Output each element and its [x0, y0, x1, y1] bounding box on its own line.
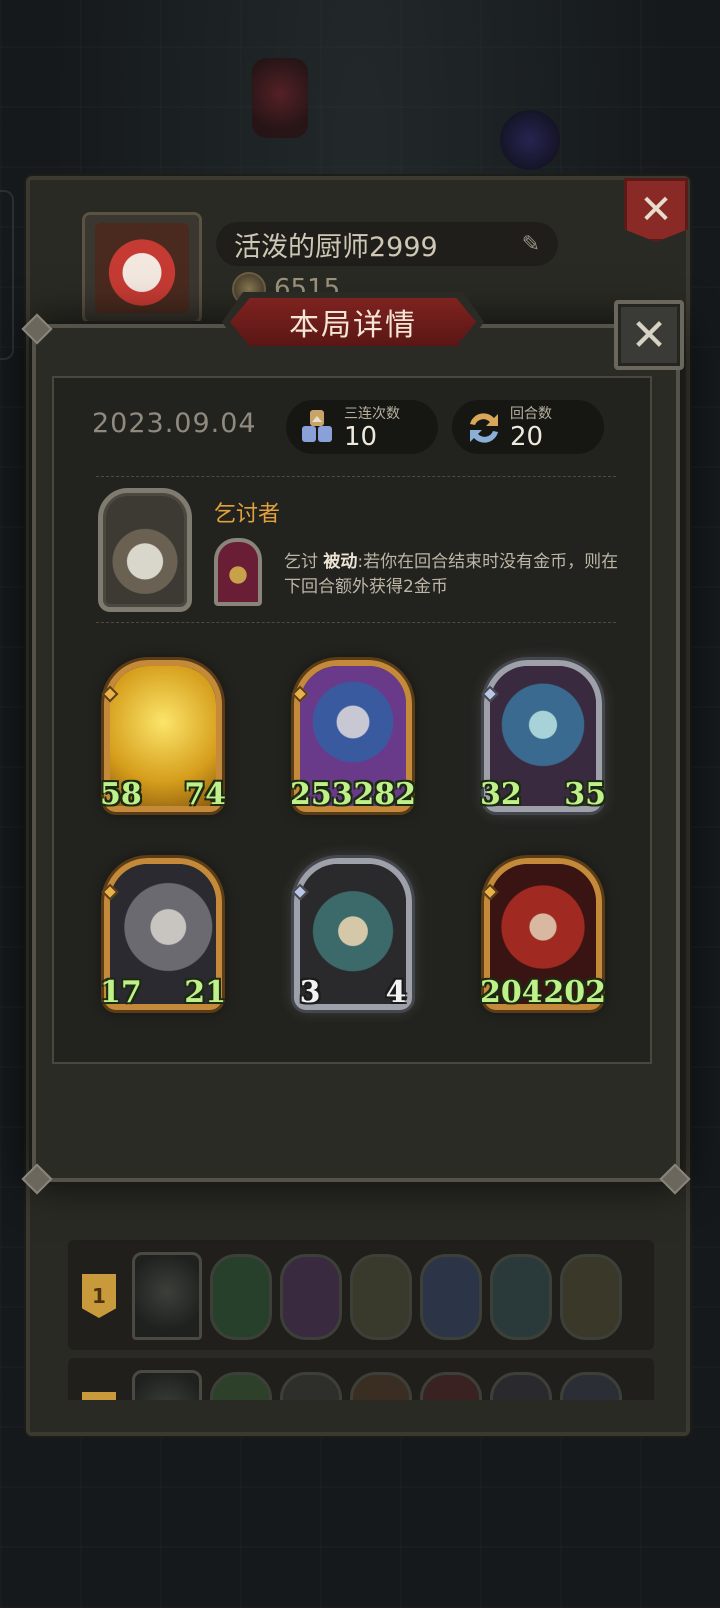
lantern-decoration — [252, 58, 308, 138]
attack-value: 3 — [290, 972, 330, 1012]
minion-thumbnail — [420, 1372, 482, 1400]
minion-thumbnail — [280, 1254, 342, 1340]
minion-thumbnail — [210, 1372, 272, 1400]
minion-thumbnail — [560, 1372, 622, 1400]
turns-label: 回合数 — [510, 406, 552, 422]
side-tab — [0, 190, 14, 360]
attack-value: 253 — [290, 774, 353, 814]
minion-card-paladin-knight[interactable]: 253 282 — [290, 660, 416, 813]
match-history-list[interactable]: 1 2 — [68, 1240, 654, 1400]
rank-badge: 2 — [82, 1392, 116, 1400]
match-row[interactable]: 2 — [68, 1358, 654, 1400]
profile-close-button[interactable]: ✕ — [624, 178, 688, 242]
minion-card-red-demon[interactable]: 204 202 — [480, 858, 606, 1011]
refresh-icon — [470, 413, 498, 443]
health-value: 202 — [543, 972, 606, 1012]
match-date: 2023.09.04 — [92, 408, 257, 439]
hero-power-type: 被动 — [323, 552, 358, 572]
close-icon: ✕ — [639, 187, 673, 233]
attack-value: 17 — [100, 972, 142, 1012]
minion-thumbnail — [210, 1254, 272, 1340]
triples-value: 10 — [344, 422, 378, 452]
hero-thumbnail — [132, 1370, 202, 1400]
hero-power-name: 乞讨 — [284, 552, 318, 572]
minion-card-grey-drake[interactable]: 17 21 — [100, 858, 226, 1011]
triple-icon — [302, 410, 332, 442]
health-value: 282 — [353, 774, 416, 814]
match-row[interactable]: 1 — [68, 1240, 654, 1350]
hero-power-icon[interactable] — [214, 538, 262, 606]
avatar-image — [95, 223, 189, 313]
minion-thumbnail — [490, 1254, 552, 1340]
turns-value: 20 — [510, 422, 544, 452]
health-value: 74 — [184, 774, 226, 814]
minion-thumbnail — [350, 1254, 412, 1340]
attack-value: 32 — [480, 774, 522, 814]
turns-stat: 回合数 20 — [452, 400, 604, 454]
minion-thumbnail — [420, 1254, 482, 1340]
triples-stat: 三连次数 10 — [286, 400, 438, 454]
modal-title: 本局详情 — [230, 298, 476, 346]
close-icon: ✕ — [630, 309, 668, 361]
hero-thumbnail — [132, 1252, 202, 1340]
triples-label: 三连次数 — [344, 406, 400, 422]
health-value: 4 — [376, 972, 416, 1012]
minion-thumbnail — [280, 1372, 342, 1400]
hero-portrait[interactable] — [98, 488, 192, 612]
minion-thumbnail — [350, 1372, 412, 1400]
attack-value: 58 — [100, 774, 142, 814]
divider — [96, 476, 616, 477]
attack-value: 204 — [480, 972, 543, 1012]
minion-card-tusked-beast[interactable]: 3 4 — [291, 858, 415, 1011]
edit-icon[interactable]: ✎ — [522, 232, 540, 257]
minion-thumbnail — [490, 1372, 552, 1400]
minion-card-golden-dragon[interactable]: 58 74 — [100, 660, 226, 813]
divider — [96, 622, 616, 623]
health-value: 21 — [184, 972, 226, 1012]
hero-power-description: 乞讨 被动:若你在回合结束时没有金币，则在下回合额外获得2金币 — [284, 550, 634, 600]
orb-decoration — [500, 110, 560, 170]
player-avatar[interactable] — [82, 212, 202, 324]
minion-thumbnail — [560, 1254, 622, 1340]
player-name-field[interactable]: 活泼的厨师2999 ✎ — [216, 222, 558, 266]
health-value: 35 — [564, 774, 606, 814]
player-name: 活泼的厨师2999 — [234, 231, 438, 263]
modal-close-button[interactable]: ✕ — [614, 300, 684, 370]
rank-badge: 1 — [82, 1274, 116, 1318]
minion-card-naga-siren[interactable]: 32 35 — [480, 660, 606, 813]
hero-name: 乞讨者 — [214, 502, 281, 527]
